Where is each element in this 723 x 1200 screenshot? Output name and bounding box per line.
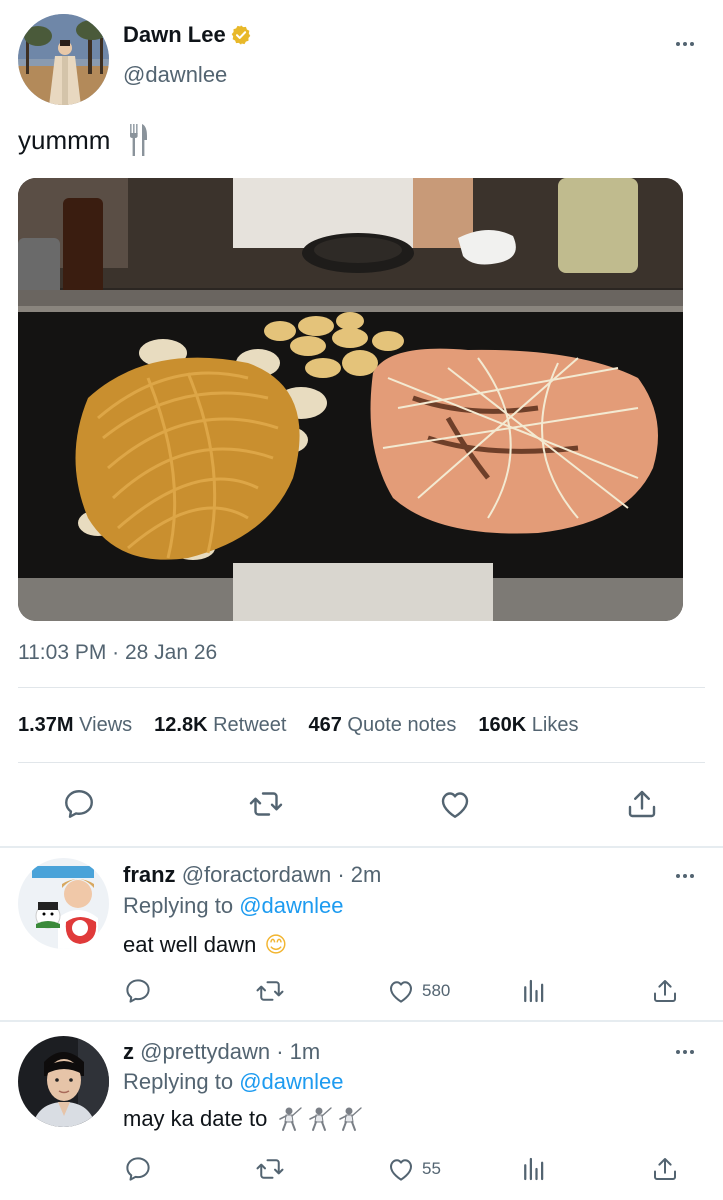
author-handle[interactable]: @dawnlee xyxy=(123,62,227,88)
reply-display-name[interactable]: z xyxy=(123,1039,134,1064)
retweets-stat[interactable]: 12.8K Retweet xyxy=(154,714,286,737)
author-avatar[interactable] xyxy=(18,14,109,105)
reply-action-bar: 580 xyxy=(0,976,723,1010)
quotes-stat[interactable]: 467 Quote notes xyxy=(308,714,456,737)
reply-text-row: eat well dawn 😊 xyxy=(123,932,287,958)
tweet-text-row: yummm xyxy=(18,122,148,158)
reply-text-row: may ka date to xyxy=(123,1106,363,1132)
more-options-icon[interactable] xyxy=(671,34,699,54)
like-icon[interactable] xyxy=(386,1154,416,1184)
share-icon[interactable] xyxy=(650,976,680,1006)
share-icon[interactable] xyxy=(650,1154,680,1184)
tweet-text: yummm xyxy=(18,124,111,155)
fencer-icon xyxy=(339,1107,363,1131)
divider xyxy=(18,687,705,688)
tweet-stats: 1.37M Views 12.8K Retweet 467 Quote note… xyxy=(18,714,578,737)
reply-text: may ka date to xyxy=(123,1106,268,1131)
replying-to-mention[interactable]: @dawnlee xyxy=(239,893,343,918)
verified-badge-icon xyxy=(231,25,250,45)
reply-avatar[interactable] xyxy=(18,858,109,949)
more-options-icon[interactable] xyxy=(671,1042,699,1062)
reply-time[interactable]: · 2m xyxy=(337,862,381,887)
like-icon[interactable] xyxy=(386,976,416,1006)
author-name-row: Dawn Lee xyxy=(123,22,252,48)
analytics-icon[interactable] xyxy=(519,976,549,1006)
reply-header: franz @foractordawn · 2m xyxy=(123,862,381,888)
replying-to-line: Replying to @dawnlee xyxy=(123,1069,344,1094)
like-count: 580 xyxy=(422,981,451,1000)
reply-header: z @prettydawn · 1m xyxy=(123,1039,320,1065)
tweet-timestamp[interactable]: 11:03 PM · 28 Jan 26 xyxy=(18,641,217,665)
more-options-icon[interactable] xyxy=(671,866,699,886)
fencer-emoji-group xyxy=(277,1106,363,1132)
reply-avatar[interactable] xyxy=(18,1036,109,1127)
replying-to-mention[interactable]: @dawnlee xyxy=(239,1069,343,1094)
retweet-icon[interactable] xyxy=(248,786,284,822)
retweet-icon[interactable] xyxy=(255,976,285,1006)
reply-tweet: franz @foractordawn · 2m Replying to @da… xyxy=(0,848,723,1020)
reply-action-bar: 55 xyxy=(0,1154,723,1188)
likes-stat[interactable]: 160K Likes xyxy=(478,714,578,737)
divider xyxy=(18,762,705,763)
reply-handle[interactable]: @prettydawn xyxy=(140,1039,270,1064)
fencer-icon xyxy=(279,1107,303,1131)
like-count: 55 xyxy=(422,1159,441,1178)
reply-icon[interactable] xyxy=(61,786,97,822)
tweet-photo[interactable] xyxy=(18,178,683,621)
reply-icon[interactable] xyxy=(123,1154,153,1184)
reply-icon[interactable] xyxy=(123,976,153,1006)
fork-and-knife-icon xyxy=(130,124,148,156)
author-display-name[interactable]: Dawn Lee xyxy=(123,22,226,48)
share-icon[interactable] xyxy=(624,786,660,822)
tweet-action-bar xyxy=(0,784,723,824)
like-icon[interactable] xyxy=(437,786,473,822)
analytics-icon[interactable] xyxy=(519,1154,549,1184)
fencer-icon xyxy=(309,1107,333,1131)
smiling-face-emoji: 😊 xyxy=(264,932,288,957)
main-tweet: Dawn Lee @dawnlee yummm 11:03 PM · 28 Ja… xyxy=(0,0,723,848)
reply-handle[interactable]: @foractordawn xyxy=(182,862,332,887)
replying-to-line: Replying to @dawnlee xyxy=(123,893,344,918)
reply-tweet: z @prettydawn · 1m Replying to @dawnlee … xyxy=(0,1022,723,1200)
retweet-icon[interactable] xyxy=(255,1154,285,1184)
views-stat[interactable]: 1.37M Views xyxy=(18,714,132,737)
reply-time[interactable]: · 1m xyxy=(276,1039,320,1064)
reply-display-name[interactable]: franz xyxy=(123,862,176,887)
reply-text: eat well dawn xyxy=(123,932,257,957)
